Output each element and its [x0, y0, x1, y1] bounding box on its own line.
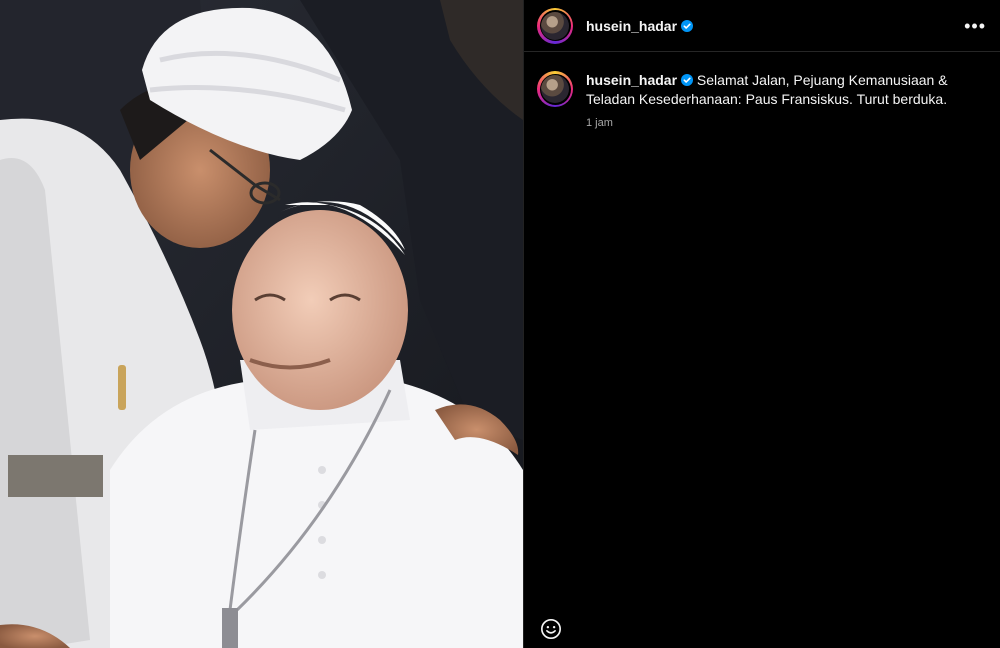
header-avatar[interactable]: [537, 7, 573, 44]
caption-username[interactable]: husein_hadar: [586, 72, 677, 88]
verified-badge-icon: [681, 19, 694, 32]
photo-illustration: [0, 0, 523, 648]
post-timestamp[interactable]: 1 jam: [586, 117, 986, 129]
post-caption: husein_hadar Selamat Jalan, Pejuang Kema…: [524, 52, 1000, 129]
caption-text: husein_hadar Selamat Jalan, Pejuang Kema…: [586, 71, 986, 109]
smiley-icon[interactable]: [540, 618, 562, 640]
post-header: husein_hadar •••: [524, 0, 1000, 52]
avatar-image: [541, 75, 569, 103]
avatar-image: [541, 11, 569, 40]
post-photo[interactable]: [0, 0, 523, 648]
verified-badge-icon: [681, 74, 694, 86]
header-username[interactable]: husein_hadar: [586, 18, 677, 34]
post-panel: husein_hadar ••• husein_hadar Selamat Ja…: [523, 0, 1000, 648]
more-horizontal-icon[interactable]: •••: [964, 17, 986, 35]
caption-avatar[interactable]: [537, 71, 573, 107]
